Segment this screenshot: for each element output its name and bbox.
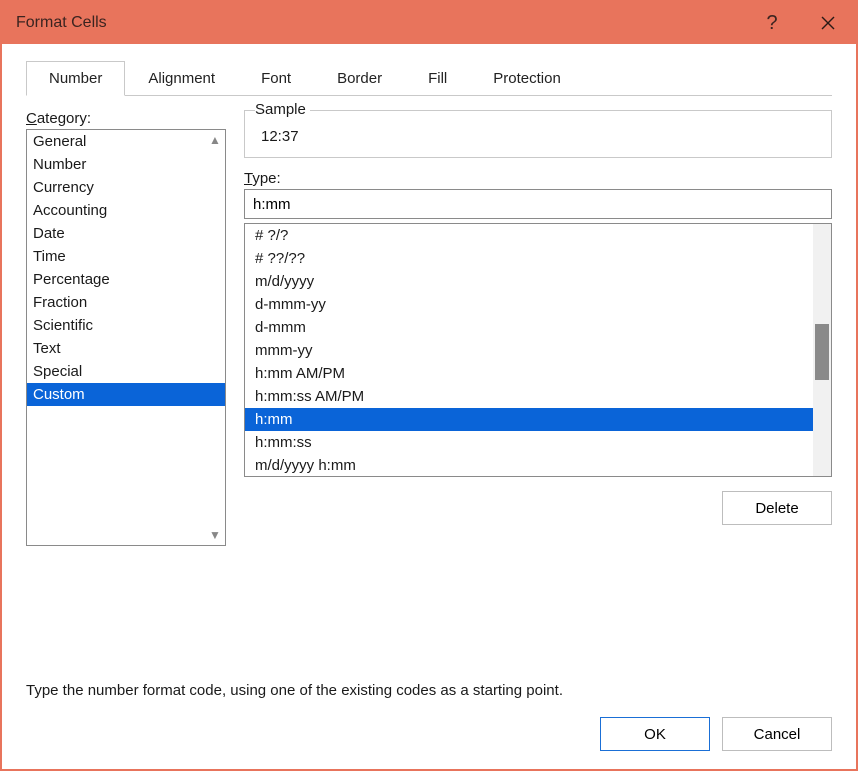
tab-font[interactable]: Font <box>238 61 314 96</box>
list-item[interactable]: h:mm:ss AM/PM <box>245 385 831 408</box>
list-item[interactable]: Number <box>27 153 225 176</box>
tab-content: Category: General Number Currency Accoun… <box>26 110 832 652</box>
list-item[interactable]: d-mmm <box>245 316 831 339</box>
scroll-up-icon: ▲ <box>209 133 221 147</box>
list-item[interactable]: Date <box>27 222 225 245</box>
list-item[interactable]: General <box>27 130 225 153</box>
delete-button[interactable]: Delete <box>722 491 832 525</box>
list-item[interactable]: h:mm AM/PM <box>245 362 831 385</box>
list-item[interactable]: Percentage <box>27 268 225 291</box>
type-label: Type: <box>244 170 832 187</box>
tab-alignment[interactable]: Alignment <box>125 61 238 96</box>
ok-button[interactable]: OK <box>600 717 710 751</box>
details-column: Sample 12:37 Type: # ?/? # ??/?? m/d/yyy… <box>244 110 832 652</box>
list-item[interactable]: m/d/yyyy h:mm <box>245 454 831 477</box>
help-button[interactable]: ? <box>744 2 800 44</box>
list-item[interactable]: d-mmm-yy <box>245 293 831 316</box>
cancel-button[interactable]: Cancel <box>722 717 832 751</box>
tab-border[interactable]: Border <box>314 61 405 96</box>
dialog-body: Number Alignment Font Border Fill Protec… <box>2 44 856 717</box>
sample-label: Sample <box>255 101 310 118</box>
tab-fill[interactable]: Fill <box>405 61 470 96</box>
list-item[interactable]: mmm-yy <box>245 339 831 362</box>
scroll-down-icon: ▼ <box>209 528 221 542</box>
list-item[interactable]: Fraction <box>27 291 225 314</box>
list-item[interactable]: h:mm <box>245 408 831 431</box>
tab-number[interactable]: Number <box>26 61 125 96</box>
list-item[interactable]: Custom <box>27 383 225 406</box>
list-item[interactable]: Currency <box>27 176 225 199</box>
list-item[interactable]: # ??/?? <box>245 247 831 270</box>
dialog-footer: OK Cancel <box>2 717 856 769</box>
list-item[interactable]: Time <box>27 245 225 268</box>
list-item[interactable]: Special <box>27 360 225 383</box>
hint-text: Type the number format code, using one o… <box>26 682 832 699</box>
sample-value: 12:37 <box>259 128 817 145</box>
category-label: Category: <box>26 110 226 127</box>
list-item[interactable]: Scientific <box>27 314 225 337</box>
list-item[interactable]: Accounting <box>27 199 225 222</box>
help-icon: ? <box>766 12 777 35</box>
list-item[interactable]: m/d/yyyy <box>245 270 831 293</box>
close-button[interactable] <box>800 2 856 44</box>
list-item[interactable]: h:mm:ss <box>245 431 831 454</box>
close-icon <box>821 16 835 30</box>
category-column: Category: General Number Currency Accoun… <box>26 110 226 652</box>
tab-protection[interactable]: Protection <box>470 61 584 96</box>
category-list[interactable]: General Number Currency Accounting Date … <box>26 129 226 546</box>
dialog-title: Format Cells <box>16 14 107 32</box>
scrollbar[interactable]: ▲ ▼ <box>205 130 225 545</box>
type-list[interactable]: # ?/? # ??/?? m/d/yyyy d-mmm-yy d-mmm mm… <box>244 223 832 477</box>
list-item[interactable]: # ?/? <box>245 224 831 247</box>
tab-bar: Number Alignment Font Border Fill Protec… <box>26 60 832 96</box>
list-item[interactable]: Text <box>27 337 225 360</box>
titlebar: Format Cells ? <box>2 2 856 44</box>
delete-row: Delete <box>244 491 832 525</box>
scroll-thumb[interactable] <box>815 324 829 380</box>
scrollbar[interactable] <box>813 224 831 476</box>
type-input[interactable] <box>244 189 832 219</box>
sample-box: Sample 12:37 <box>244 110 832 158</box>
format-cells-dialog: Format Cells ? Number Alignment Font Bor… <box>0 0 858 771</box>
